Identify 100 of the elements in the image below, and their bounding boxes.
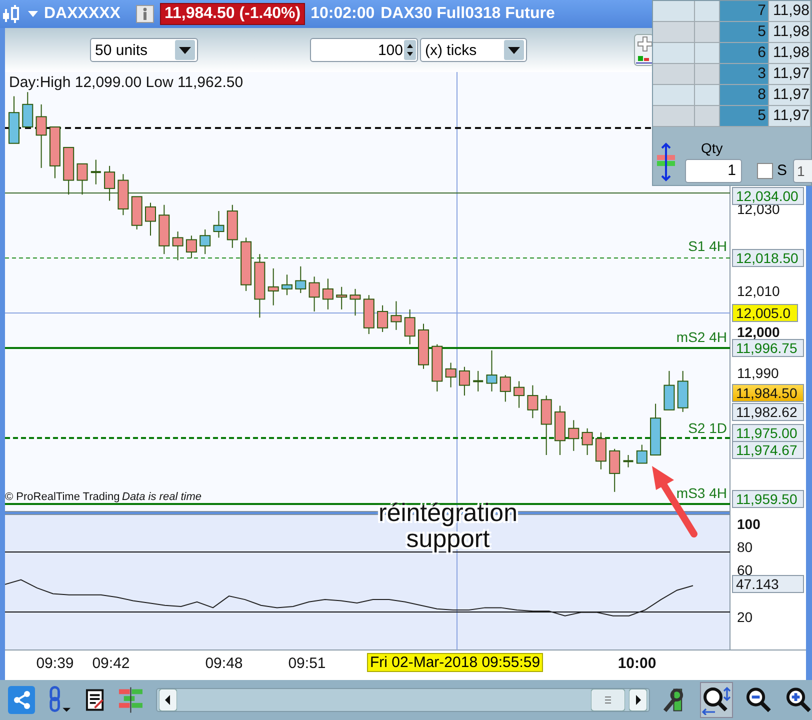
candle <box>49 126 60 179</box>
candle <box>22 92 34 128</box>
price-tag: 11,982.62 <box>732 403 804 421</box>
scroll-right-icon[interactable] <box>629 689 648 711</box>
candle <box>254 254 266 318</box>
order-qty[interactable]: 8 <box>720 85 769 105</box>
time-label: 09:48 <box>204 655 244 672</box>
quote-time: 10:02:00 <box>310 5 375 23</box>
order-qty[interactable]: 5 <box>720 22 769 42</box>
candle <box>650 403 662 456</box>
candle <box>336 286 348 310</box>
s-input[interactable]: 1 <box>793 159 812 183</box>
info-icon[interactable] <box>136 5 154 23</box>
candle <box>500 374 511 402</box>
candle <box>527 384 538 419</box>
credit-text: © ProRealTime Trading <box>5 491 120 503</box>
data-note: Data is real time <box>122 491 202 503</box>
candle <box>282 274 292 296</box>
candle <box>76 163 88 196</box>
candle <box>131 196 142 230</box>
order-qty[interactable]: 5 <box>720 106 769 126</box>
price-tag: 11,975.00 <box>732 424 804 442</box>
scroll-thumb-icon[interactable] <box>591 689 626 711</box>
candle <box>200 228 211 255</box>
level-label: S1 4H <box>688 238 727 254</box>
caret-icon[interactable] <box>508 46 520 54</box>
candle <box>432 344 443 392</box>
level-label: S2 1D <box>688 420 727 436</box>
candle <box>213 210 224 238</box>
price-tag: 12,034.00 <box>732 187 804 205</box>
instrument-description: DAX30 Full0318 Future <box>380 5 555 23</box>
candle <box>322 278 334 310</box>
time-label: 10:00 <box>616 655 658 672</box>
candle <box>540 395 552 456</box>
zoom-icon <box>701 685 732 715</box>
candle <box>458 366 470 396</box>
share-button[interactable] <box>8 686 36 714</box>
ticks-input[interactable]: 100 <box>310 38 418 62</box>
indicator-value-tag: 47.143 <box>732 575 804 593</box>
order-price[interactable]: 11,98 <box>769 43 811 63</box>
candle <box>363 294 374 335</box>
order-price[interactable]: 11,98 <box>769 22 811 42</box>
candle <box>240 237 252 292</box>
zoom-out-icon[interactable] <box>745 686 773 714</box>
candle <box>609 448 620 492</box>
order-price[interactable]: 11,97 <box>769 64 811 84</box>
candle <box>390 300 402 330</box>
candle <box>486 350 498 392</box>
candle <box>623 454 634 468</box>
day-range: Day:High 12,099.00 Low 11,962.50 <box>9 74 244 91</box>
zoom-in-icon[interactable] <box>784 686 812 714</box>
spinner-icon[interactable] <box>404 40 416 60</box>
price-tag: 12,005.0 <box>732 304 798 322</box>
price-tag: 11,959.50 <box>732 490 804 508</box>
s-checkbox[interactable] <box>757 163 773 179</box>
axis-tick-label: 20 <box>737 608 753 626</box>
ticks-select[interactable]: (x) ticks <box>420 38 527 62</box>
scroll-left-icon[interactable] <box>158 689 177 711</box>
candle <box>226 204 238 248</box>
axis-tick-label: 12,000 <box>737 322 780 341</box>
candle <box>677 370 688 412</box>
chart-list-icon[interactable] <box>84 688 106 712</box>
candle <box>377 304 388 332</box>
candle <box>36 104 47 168</box>
price-tag: 11,984.50 <box>732 384 804 402</box>
axis-tick-label: 12,010 <box>737 282 780 300</box>
candle <box>8 96 20 144</box>
order-price[interactable]: 11,97 <box>769 106 811 126</box>
axis-tick-label: 80 <box>737 538 753 556</box>
order-price[interactable]: 11,98 <box>769 1 811 21</box>
candle <box>63 146 74 196</box>
order-qty[interactable]: 3 <box>720 64 769 84</box>
level-label: mS3 4H <box>676 485 727 501</box>
price-tag: 11,996.75 <box>732 339 804 357</box>
candle <box>158 204 170 255</box>
bricks-icon[interactable] <box>118 687 144 713</box>
qty-input[interactable]: 1 <box>685 159 742 183</box>
candle <box>268 268 279 306</box>
horizontal-scrollbar[interactable] <box>156 688 650 712</box>
candle <box>514 380 525 408</box>
order-price[interactable]: 11,97 <box>769 85 811 105</box>
candlestick-icon[interactable] <box>2 4 22 24</box>
candle <box>404 308 416 345</box>
price-change: 11,984.50 (-1.40%) <box>160 3 305 25</box>
s-label: S <box>777 162 788 179</box>
candle <box>473 370 484 392</box>
size-select[interactable]: 50 units <box>90 38 198 62</box>
link-icon[interactable] <box>47 685 73 715</box>
instrument-name: DAXXXXX <box>44 5 120 23</box>
qty-label: Qty <box>701 140 723 156</box>
order-qty[interactable]: 7 <box>720 1 769 21</box>
candle <box>568 420 580 452</box>
candle <box>418 323 429 370</box>
candle <box>295 266 306 294</box>
add-order-icon[interactable] <box>634 34 654 66</box>
time-label: 09:39 <box>35 655 75 672</box>
level-label: mS2 4H <box>676 329 727 345</box>
zoom-button[interactable] <box>700 682 734 718</box>
order-qty[interactable]: 6 <box>720 43 769 63</box>
caret-icon[interactable] <box>179 46 191 54</box>
